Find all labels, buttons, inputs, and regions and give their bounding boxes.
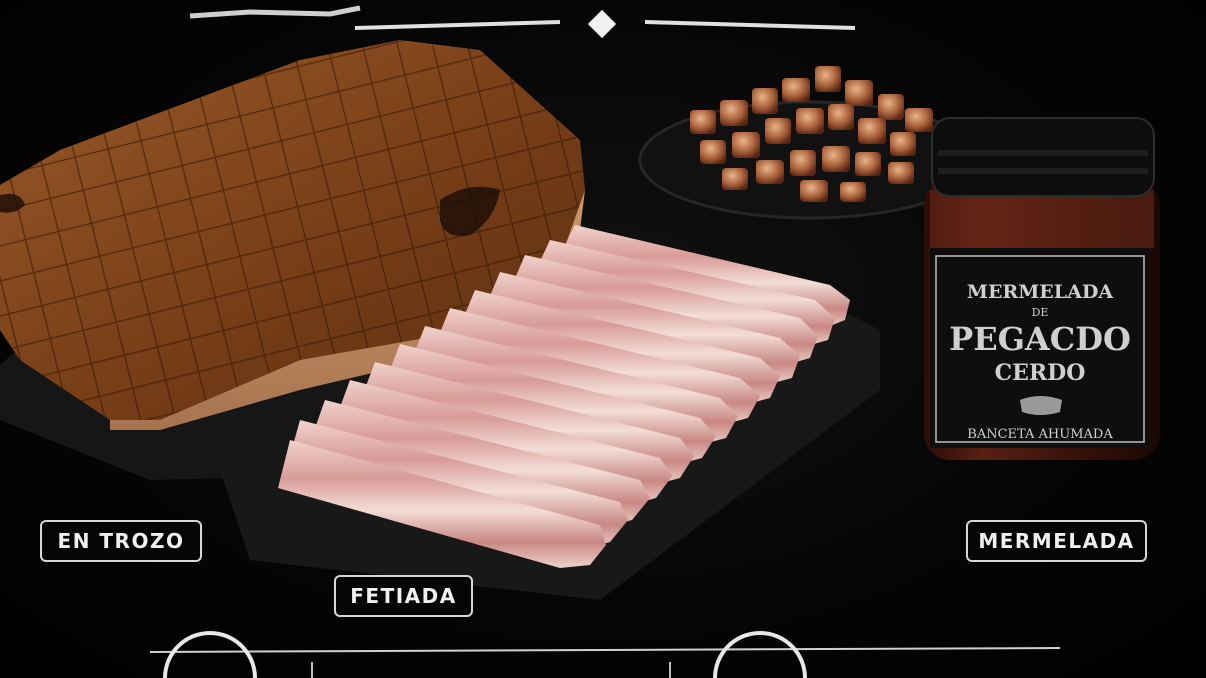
label-en-trozo: EN TROZO — [40, 520, 202, 562]
jar-text-line1: MERMELADA — [967, 281, 1113, 303]
photo-scene: MERMELADA DE PEGACDO CERDO BANCETA AHUMA… — [0, 5, 1160, 678]
jam-jar: MERMELADA DE PEGACDO CERDO BANCETA AHUMA… — [924, 117, 1160, 460]
diamond-ornament — [587, 9, 617, 39]
jar-text-line4: CERDO — [995, 360, 1086, 386]
jar-text-line5: BANCETA AHUMADA — [967, 427, 1113, 442]
bottom-circle-icon-left — [163, 631, 257, 678]
label-fetiada: FETIADA — [334, 575, 473, 617]
bottom-circle-icon-right — [713, 631, 807, 678]
jar-text-line3: PEGACDO — [949, 320, 1131, 358]
pig-emblem — [1020, 396, 1062, 415]
top-rule-right — [644, 20, 856, 30]
label-mermelada-text: MERMELADA — [978, 529, 1135, 553]
label-mermelada: MERMELADA — [966, 520, 1147, 562]
top-rule-left — [354, 20, 561, 30]
jar-text-line2: DE — [1032, 306, 1049, 319]
label-en-trozo-text: EN TROZO — [57, 529, 185, 553]
label-fetiada-text: FETIADA — [350, 584, 457, 608]
top-brush-stroke — [189, 5, 361, 19]
product-photo: MERMELADA DE PEGACDO CERDO BANCETA AHUMA… — [0, 0, 1206, 678]
bottom-rule — [149, 647, 1061, 653]
jar-lid — [931, 117, 1155, 197]
